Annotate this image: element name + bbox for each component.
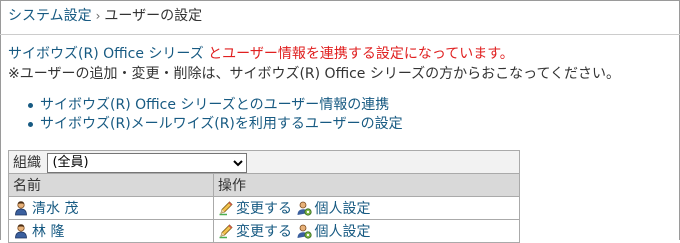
table-row: 林 隆 変更する 個人設定: [8, 219, 520, 243]
table-row: 清水 茂 変更する 個人設定: [8, 196, 520, 220]
column-header-actions: 操作: [213, 173, 520, 197]
pencil-icon: [218, 223, 234, 239]
header-divider: [0, 34, 680, 35]
filter-cell: 組織 (全員): [8, 150, 520, 174]
breadcrumb-separator: ›: [95, 9, 101, 23]
notice-product-name: サイボウズ(R) Office シリーズ: [8, 46, 204, 62]
actions-cell: 変更する 個人設定: [213, 196, 520, 220]
pencil-icon: [218, 200, 234, 216]
name-cell: 清水 茂: [8, 196, 214, 220]
column-header-name: 名前: [8, 173, 214, 197]
org-select[interactable]: (全員): [47, 152, 248, 173]
page-title: ユーザーの設定: [104, 8, 203, 24]
user-icon: [13, 223, 29, 239]
sync-notice: サイボウズ(R) Office シリーズ とユーザー情報を連携する設定になってい…: [8, 44, 514, 64]
user-icon: [13, 200, 29, 216]
list-item: サイボウズ(R)メールワイズ(R)を利用するユーザーの設定: [28, 115, 403, 134]
edit-link[interactable]: 変更する: [236, 224, 292, 240]
user-table: 組織 (全員) 名前 操作 清水 茂 変更する 個人設定 林 隆 変更する 個人…: [8, 150, 520, 243]
org-filter-label: 組織: [13, 154, 41, 171]
personal-settings-icon: [296, 223, 313, 239]
link-mailwise-users[interactable]: サイボウズ(R)メールワイズ(R)を利用するユーザーの設定: [40, 116, 403, 132]
filter-row: 組織 (全員): [8, 150, 520, 174]
name-cell: 林 隆: [8, 219, 214, 243]
user-name-link[interactable]: 清水 茂: [32, 201, 78, 217]
actions-cell: 変更する 個人設定: [213, 219, 520, 243]
personal-settings-icon: [296, 200, 313, 216]
personal-settings-link[interactable]: 個人設定: [314, 201, 370, 217]
notice-info: ※ユーザーの追加・変更・削除は、サイボウズ(R) Office シリーズの方から…: [8, 66, 621, 82]
user-name-link[interactable]: 林 隆: [32, 224, 64, 240]
notice-warning: とユーザー情報を連携する設定になっています。: [208, 46, 514, 62]
personal-settings-link[interactable]: 個人設定: [314, 224, 370, 240]
table-header-row: 名前 操作: [8, 173, 520, 197]
list-item: サイボウズ(R) Office シリーズとのユーザー情報の連携: [28, 96, 403, 115]
breadcrumb: システム設定 › ユーザーの設定: [8, 6, 202, 26]
link-office-sync[interactable]: サイボウズ(R) Office シリーズとのユーザー情報の連携: [40, 97, 389, 113]
breadcrumb-system-settings[interactable]: システム設定: [8, 8, 92, 24]
related-links: サイボウズ(R) Office シリーズとのユーザー情報の連携 サイボウズ(R)…: [28, 96, 403, 134]
edit-link[interactable]: 変更する: [236, 201, 292, 217]
